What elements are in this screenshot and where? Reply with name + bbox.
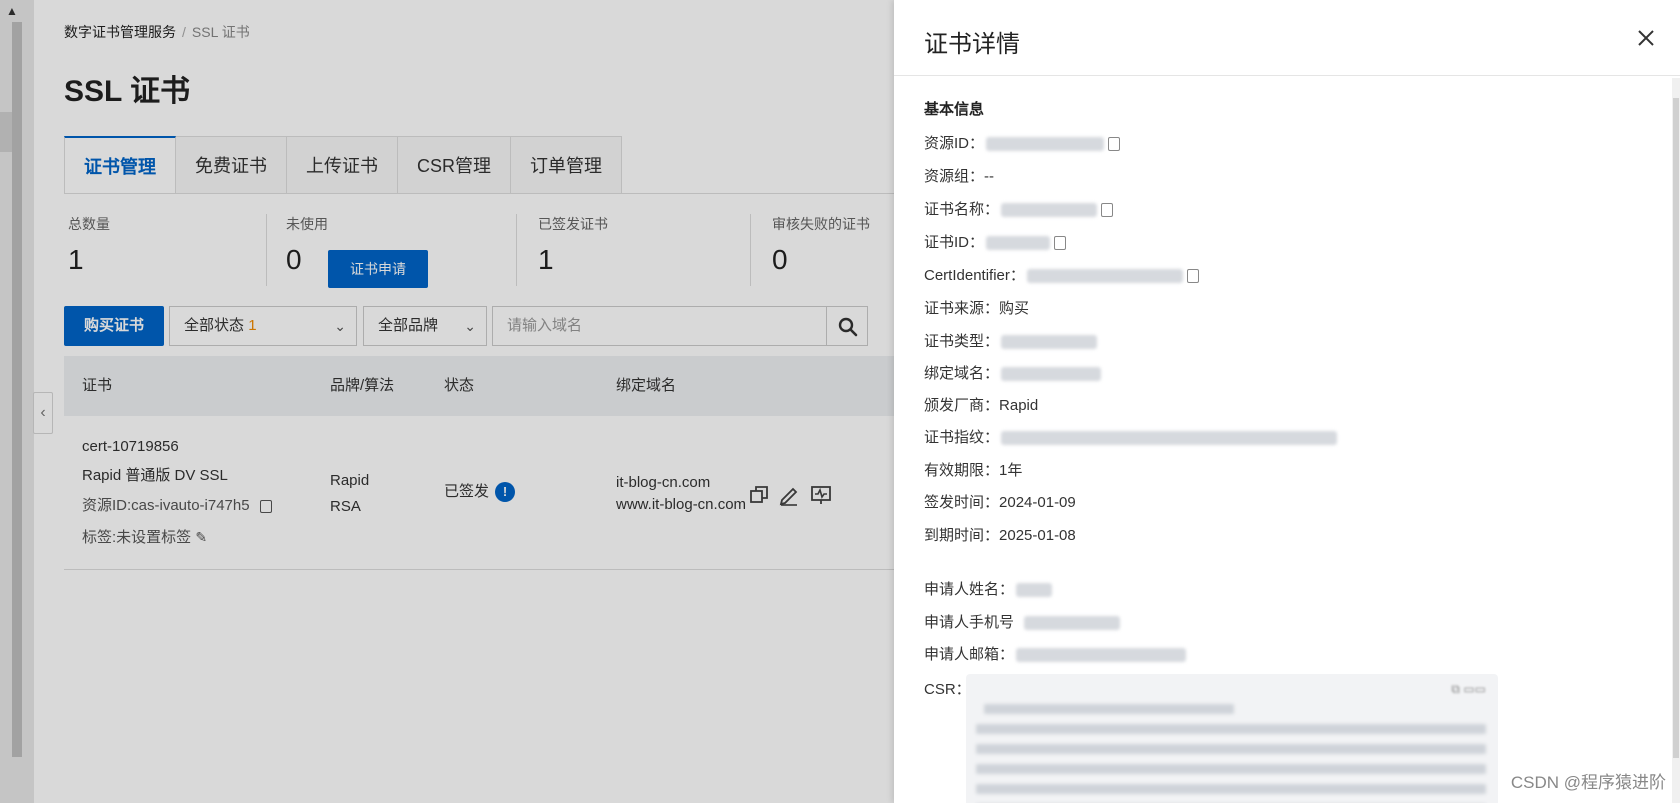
redacted-value	[1001, 203, 1098, 218]
field-issue-time: 签发时间：2024-01-09	[924, 491, 1076, 512]
redacted-line	[976, 744, 1486, 754]
redacted-value	[986, 236, 1051, 251]
copy-icon[interactable]	[1186, 269, 1199, 284]
redacted-line	[984, 704, 1234, 714]
field-label: CertIdentifier：	[924, 267, 1025, 284]
redacted-value	[1001, 431, 1338, 446]
copy-icon[interactable]: ⧉ ▭▭	[1451, 682, 1486, 697]
field-value: 1年	[999, 462, 1023, 479]
redacted-value	[986, 137, 1105, 152]
field-applicant-name: 申请人姓名：	[924, 578, 1053, 599]
field-applicant-phone: 申请人手机号	[924, 611, 1121, 632]
field-source: 证书来源：购买	[924, 297, 1029, 318]
close-icon[interactable]	[1634, 26, 1658, 50]
field-label: CSR：	[924, 681, 971, 698]
copy-icon[interactable]	[1108, 137, 1121, 152]
redacted-value	[1024, 616, 1121, 631]
field-label: 证书来源：	[924, 300, 1000, 317]
field-label: 证书类型：	[924, 333, 1000, 350]
watermark: CSDN @程序猿进阶	[1510, 773, 1666, 792]
field-label: 颁发厂商：	[924, 397, 1000, 414]
field-cert-id: 证书ID：	[924, 231, 1067, 252]
field-validity: 有效期限：1年	[924, 459, 1022, 480]
field-fingerprint: 证书指纹：	[924, 426, 1338, 447]
redacted-value	[1001, 367, 1102, 382]
field-resource-group: 资源组：--	[924, 165, 994, 186]
redacted-line	[976, 724, 1486, 734]
redacted-value	[1026, 269, 1183, 284]
copy-icon[interactable]	[1054, 236, 1067, 251]
redacted-value	[1016, 583, 1053, 598]
field-label: 申请人手机号	[924, 614, 1015, 631]
modal-overlay[interactable]	[0, 0, 894, 803]
field-label: 申请人邮箱：	[924, 646, 1015, 663]
field-value: 2025-01-08	[999, 527, 1076, 544]
page: ▲ ‹ 数字证书管理服务 / SSL 证书 SSL 证书 证书管理 免费证书 上传证…	[0, 0, 1680, 803]
redacted-value	[1016, 648, 1187, 663]
field-label: 资源组：	[924, 168, 985, 185]
section-basic-info: 基本信息	[924, 101, 985, 118]
field-label: 有效期限：	[924, 462, 1000, 479]
field-label: 证书指纹：	[924, 429, 1000, 446]
field-cert-identifier: CertIdentifier：	[924, 264, 1199, 285]
copy-icon[interactable]	[1101, 203, 1114, 218]
field-label: 资源ID：	[924, 135, 985, 152]
drawer-title: 证书详情	[924, 31, 1020, 58]
field-value: --	[984, 168, 995, 185]
field-bound-domain: 绑定域名：	[924, 362, 1102, 383]
field-expire-time: 到期时间：2025-01-08	[924, 524, 1076, 545]
field-cert-type: 证书类型：	[924, 330, 1098, 351]
redacted-line	[976, 784, 1486, 794]
field-label: 到期时间：	[924, 527, 1000, 544]
drawer-header-divider	[894, 75, 1680, 76]
field-resource-id: 资源ID：	[924, 132, 1121, 153]
redacted-line	[976, 764, 1486, 774]
field-csr: CSR：	[924, 678, 971, 699]
field-label: 绑定域名：	[924, 365, 1000, 382]
drawer-scrollbar-thumb[interactable]	[1673, 98, 1679, 758]
field-value: 购买	[999, 300, 1030, 317]
field-value: 2024-01-09	[999, 494, 1076, 511]
csr-content-box: ⧉ ▭▭	[966, 674, 1498, 803]
field-applicant-email: 申请人邮箱：	[924, 643, 1187, 664]
field-label: 证书名称：	[924, 201, 1000, 218]
field-cert-name: 证书名称：	[924, 198, 1114, 219]
cert-detail-drawer: 证书详情 基本信息 资源ID： 资源组：-- 证书名称： 证书ID： CertI…	[894, 0, 1680, 803]
field-vendor: 颁发厂商：Rapid	[924, 394, 1038, 415]
field-label: 申请人姓名：	[924, 581, 1015, 598]
redacted-value	[1001, 335, 1098, 350]
field-label: 签发时间：	[924, 494, 1000, 511]
field-value: Rapid	[999, 397, 1039, 414]
field-label: 证书ID：	[924, 234, 985, 251]
